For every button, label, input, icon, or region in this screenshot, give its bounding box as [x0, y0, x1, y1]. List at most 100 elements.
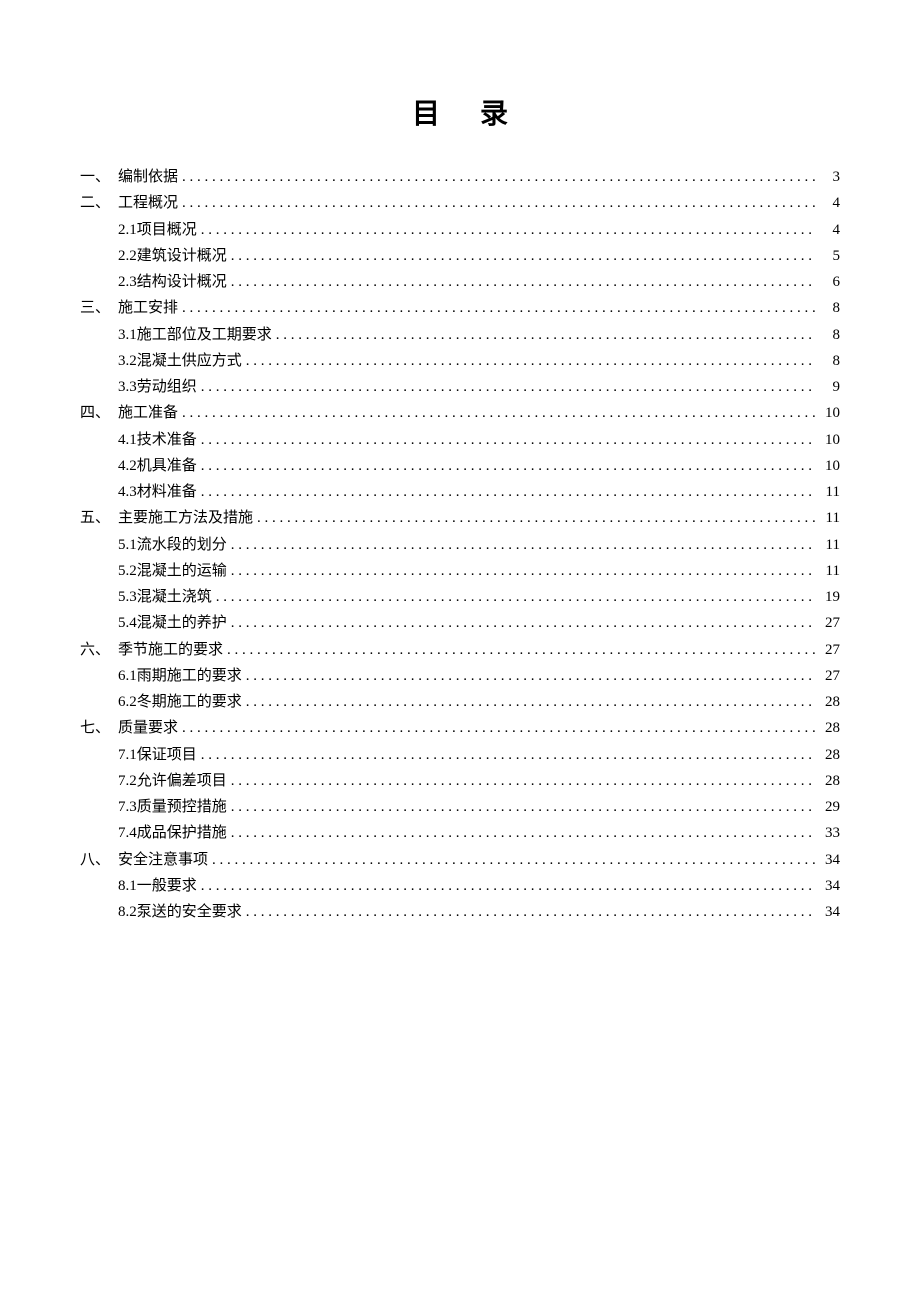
- toc-entry-page: 29: [820, 794, 840, 820]
- toc-entry: 8.2 泵送的安全要求 34: [80, 899, 840, 925]
- toc-entry-prefix: 八、: [80, 847, 118, 873]
- toc-entry: 四、施工准备10: [80, 400, 840, 426]
- toc-entry-page: 34: [820, 899, 840, 925]
- toc-leader-dots: [182, 164, 816, 190]
- toc-leader-dots: [231, 610, 816, 636]
- toc-entry-prefix: 三、: [80, 295, 118, 321]
- toc-entry-prefix: 5.1: [118, 532, 137, 558]
- toc-leader-dots: [201, 427, 816, 453]
- toc-entry-label: 冬期施工的要求: [137, 689, 242, 715]
- toc-entry: 7.3 质量预控措施29: [80, 794, 840, 820]
- toc-entry-label: 项目概况: [137, 217, 197, 243]
- toc-entry-page: 11: [820, 532, 840, 558]
- toc-entry-label: 建筑设计概况: [137, 243, 227, 269]
- toc-entry-page: 19: [820, 584, 840, 610]
- toc-entry-page: 28: [820, 689, 840, 715]
- toc-entry: 一、编制依据3: [80, 164, 840, 190]
- toc-entry-prefix: 6.2: [118, 689, 137, 715]
- toc-entry-page: 4: [820, 217, 840, 243]
- toc-entry-label: 机具准备: [137, 453, 197, 479]
- toc-entry-page: 11: [820, 505, 840, 531]
- toc-leader-dots: [231, 768, 816, 794]
- toc-entry-label: 安全注意事项: [118, 847, 208, 873]
- toc-entry-label: 混凝土浇筑: [137, 584, 212, 610]
- toc-leader-dots: [182, 715, 816, 741]
- toc-leader-dots: [246, 663, 816, 689]
- toc-entry-page: 10: [820, 400, 840, 426]
- toc-leader-dots: [182, 190, 816, 216]
- toc-entry-label: 劳动组织: [137, 374, 197, 400]
- toc-entry: 7.4 成品保护措施33: [80, 820, 840, 846]
- toc-leader-dots: [201, 479, 816, 505]
- toc-entry: 7.1 保证项目28: [80, 742, 840, 768]
- toc-entry-prefix: 3.3: [118, 374, 137, 400]
- toc-entry-prefix: 4.1: [118, 427, 137, 453]
- toc-entry-label: 材料准备: [137, 479, 197, 505]
- toc-entry-prefix: 5.3: [118, 584, 137, 610]
- toc-entry: 二、工程概况 4: [80, 190, 840, 216]
- toc-entry: 八、安全注意事项 34: [80, 847, 840, 873]
- toc-entry: 5.4 混凝土的养护27: [80, 610, 840, 636]
- toc-entry-prefix: 7.1: [118, 742, 137, 768]
- toc-entry-label: 混凝土供应方式: [137, 348, 242, 374]
- toc-entry-label: 工程概况: [118, 190, 178, 216]
- toc-entry-prefix: 7.3: [118, 794, 137, 820]
- toc-entry: 6.1 雨期施工的要求 27: [80, 663, 840, 689]
- toc-leader-dots: [212, 847, 816, 873]
- toc-leader-dots: [246, 899, 816, 925]
- toc-entry-prefix: 3.2: [118, 348, 137, 374]
- toc-leader-dots: [201, 374, 816, 400]
- toc-entry-page: 10: [820, 427, 840, 453]
- toc-entry-prefix: 7.2: [118, 768, 137, 794]
- toc-entry-page: 34: [820, 873, 840, 899]
- page-title: 目录: [80, 90, 840, 139]
- toc-entry-page: 10: [820, 453, 840, 479]
- toc-entry-page: 4: [820, 190, 840, 216]
- toc-entry-prefix: 4.3: [118, 479, 137, 505]
- toc-leader-dots: [231, 532, 816, 558]
- toc-entry-prefix: 2.2: [118, 243, 137, 269]
- toc-entry-prefix: 7.4: [118, 820, 137, 846]
- toc-entry-page: 8: [820, 295, 840, 321]
- toc-leader-dots: [231, 820, 816, 846]
- toc-entry: 4.3 材料准备 11: [80, 479, 840, 505]
- toc-entry-page: 11: [820, 479, 840, 505]
- toc-entry-page: 27: [820, 610, 840, 636]
- toc-entry-label: 成品保护措施: [137, 820, 227, 846]
- toc-entry-prefix: 5.4: [118, 610, 137, 636]
- toc-entry: 3.2 混凝土供应方式8: [80, 348, 840, 374]
- toc-entry-prefix: 6.1: [118, 663, 137, 689]
- toc-entry-page: 34: [820, 847, 840, 873]
- toc-leader-dots: [227, 637, 816, 663]
- toc-entry-label: 施工准备: [118, 400, 178, 426]
- toc-entry-prefix: 4.2: [118, 453, 137, 479]
- toc-entry: 2.1 项目概况4: [80, 217, 840, 243]
- toc-leader-dots: [246, 348, 816, 374]
- toc-entry-prefix: 一、: [80, 164, 118, 190]
- toc-leader-dots: [231, 558, 816, 584]
- toc-entry: 3.3 劳动组织9: [80, 374, 840, 400]
- toc-leader-dots: [216, 584, 816, 610]
- toc-entry-page: 11: [820, 558, 840, 584]
- toc-entry-label: 施工安排: [118, 295, 178, 321]
- toc-entry: 五、主要施工方法及措施11: [80, 505, 840, 531]
- toc-entry-label: 主要施工方法及措施: [118, 505, 253, 531]
- toc-entry: 6.2 冬期施工的要求 28: [80, 689, 840, 715]
- toc-entry-page: 28: [820, 715, 840, 741]
- toc-entry-page: 5: [820, 243, 840, 269]
- toc-entry-prefix: 二、: [80, 190, 118, 216]
- toc-entry-label: 泵送的安全要求: [137, 899, 242, 925]
- toc-leader-dots: [201, 453, 816, 479]
- toc-entry-prefix: 六、: [80, 637, 118, 663]
- toc-entry-label: 编制依据: [118, 164, 178, 190]
- toc-leader-dots: [257, 505, 816, 531]
- toc-entry-label: 流水段的划分: [137, 532, 227, 558]
- toc-entry-label: 混凝土的运输: [137, 558, 227, 584]
- toc-entry-label: 雨期施工的要求: [137, 663, 242, 689]
- toc-leader-dots: [201, 873, 816, 899]
- toc-entry: 5.3 混凝土浇筑 19: [80, 584, 840, 610]
- toc-entry-prefix: 8.2: [118, 899, 137, 925]
- toc-entry: 5.1 流水段的划分 11: [80, 532, 840, 558]
- toc-leader-dots: [201, 742, 816, 768]
- toc-entry-page: 27: [820, 663, 840, 689]
